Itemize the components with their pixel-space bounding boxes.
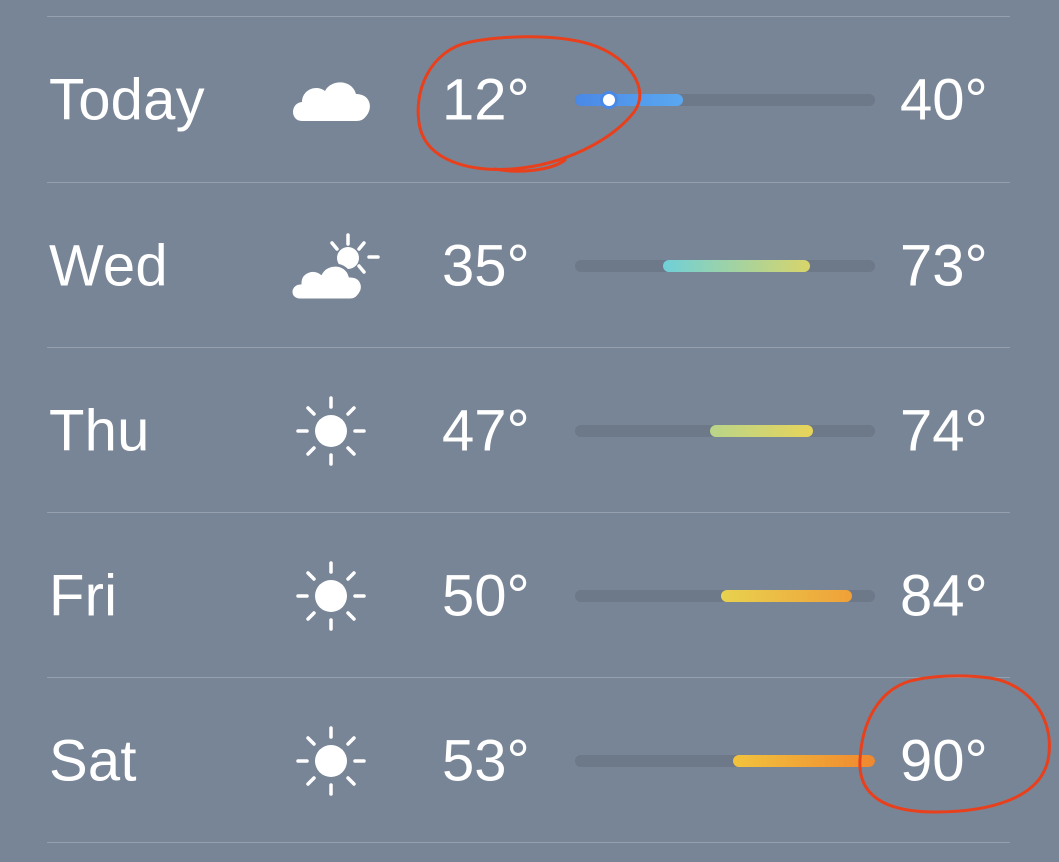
temperature-range-bar bbox=[575, 589, 875, 602]
low-temp: 50° bbox=[442, 563, 530, 628]
temperature-range-fill bbox=[732, 754, 875, 767]
sun-icon bbox=[280, 716, 390, 806]
forecast-row-sat[interactable]: Sat 53° 90° bbox=[0, 678, 1059, 843]
low-temp: 12° bbox=[442, 67, 530, 132]
sun-icon bbox=[280, 551, 390, 641]
low-temp: 47° bbox=[442, 398, 530, 463]
forecast-row-thu[interactable]: Thu 47° 74° bbox=[0, 348, 1059, 513]
high-temp: 74° bbox=[900, 398, 988, 463]
day-label: Wed bbox=[49, 233, 168, 298]
sun-icon bbox=[280, 386, 390, 476]
high-temp: 84° bbox=[900, 563, 988, 628]
temperature-range-bar bbox=[575, 424, 875, 437]
temperature-range-fill bbox=[721, 589, 852, 602]
forecast-row-fri[interactable]: Fri 50° 84° bbox=[0, 513, 1059, 678]
temperature-range-fill bbox=[709, 424, 814, 437]
high-temp: 40° bbox=[900, 67, 988, 132]
cloud-icon bbox=[280, 55, 390, 145]
forecast-row-today[interactable]: Today 12° 40° bbox=[0, 17, 1059, 182]
low-temp: 53° bbox=[442, 728, 530, 793]
high-temp: 73° bbox=[900, 233, 988, 298]
day-label: Thu bbox=[49, 398, 150, 463]
current-temp-indicator bbox=[602, 93, 615, 106]
day-label: Today bbox=[49, 67, 205, 132]
temperature-range-bar bbox=[575, 754, 875, 767]
temperature-range-fill bbox=[575, 93, 683, 106]
temperature-range-bar bbox=[575, 93, 875, 106]
forecast-row-wed[interactable]: Wed 35° 73° bbox=[0, 183, 1059, 348]
divider bbox=[47, 842, 1010, 843]
high-temp: 90° bbox=[900, 728, 988, 793]
low-temp: 35° bbox=[442, 233, 530, 298]
temperature-range-fill bbox=[663, 259, 810, 272]
temperature-range-bar bbox=[575, 259, 875, 272]
day-label: Sat bbox=[49, 728, 137, 793]
day-label: Fri bbox=[49, 563, 118, 628]
partly-sunny-icon bbox=[280, 221, 390, 311]
ten-day-forecast: Today 12° 40° Wed 35° 73° Thu 47° 74° Fr… bbox=[0, 0, 1059, 862]
